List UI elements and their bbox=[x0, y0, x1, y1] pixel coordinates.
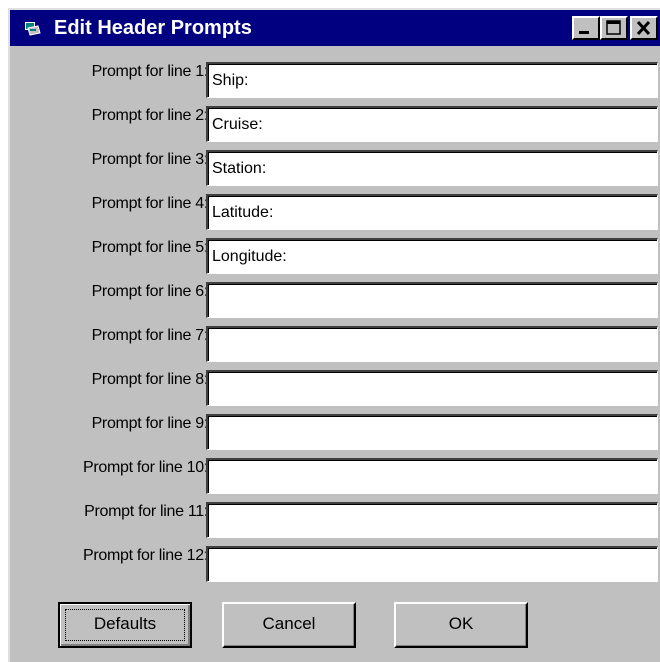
ok-button[interactable]: OK bbox=[394, 602, 528, 648]
app-icon[interactable] bbox=[24, 20, 42, 36]
prompt-field-4[interactable] bbox=[206, 194, 658, 230]
maximize-icon bbox=[606, 20, 621, 35]
prompt-field-3[interactable] bbox=[206, 150, 658, 186]
prompt-label-3: Prompt for line 3: bbox=[91, 151, 209, 168]
prompt-label-10: Prompt for line 10: bbox=[82, 459, 208, 476]
prompt-field-5[interactable] bbox=[206, 238, 658, 274]
ok-button-label: OK bbox=[448, 614, 474, 633]
prompt-label-11: Prompt for line 11: bbox=[84, 503, 208, 520]
title-bar[interactable]: Edit Header Prompts bbox=[10, 10, 660, 46]
close-icon bbox=[636, 20, 651, 36]
edit-header-prompts-dialog: Edit Header Prompts Prompt for line 1: P… bbox=[8, 8, 660, 662]
window-title: Edit Header Prompts bbox=[54, 17, 252, 39]
cancel-button[interactable]: Cancel bbox=[222, 602, 356, 648]
prompt-field-9[interactable] bbox=[206, 414, 658, 450]
prompt-label-12: Prompt for line 12: bbox=[82, 547, 208, 564]
prompt-field-1[interactable] bbox=[206, 62, 658, 98]
prompt-label-5: Prompt for line 5: bbox=[91, 239, 209, 256]
cancel-button-label: Cancel bbox=[262, 614, 316, 633]
prompt-field-2[interactable] bbox=[206, 106, 658, 142]
prompt-field-7[interactable] bbox=[206, 326, 658, 362]
prompt-label-6: Prompt for line 6: bbox=[91, 283, 209, 300]
minimize-icon bbox=[579, 31, 589, 34]
close-button[interactable] bbox=[630, 16, 658, 40]
prompt-label-7: Prompt for line 7: bbox=[91, 327, 209, 344]
prompt-field-8[interactable] bbox=[206, 370, 658, 406]
prompt-label-1: Prompt for line 1: bbox=[91, 63, 209, 80]
prompt-field-11[interactable] bbox=[206, 502, 658, 538]
prompt-label-8: Prompt for line 8: bbox=[91, 371, 209, 388]
prompt-label-2: Prompt for line 2: bbox=[91, 107, 209, 124]
prompt-label-9: Prompt for line 9: bbox=[91, 415, 209, 432]
prompt-field-10[interactable] bbox=[206, 458, 658, 494]
prompt-field-6[interactable] bbox=[206, 282, 658, 318]
defaults-button[interactable]: Defaults bbox=[58, 602, 192, 648]
focus-rectangle bbox=[65, 609, 185, 641]
prompt-label-4: Prompt for line 4: bbox=[91, 195, 209, 212]
maximize-button[interactable] bbox=[600, 16, 628, 40]
prompt-field-12[interactable] bbox=[206, 546, 658, 582]
minimize-button[interactable] bbox=[572, 16, 600, 40]
